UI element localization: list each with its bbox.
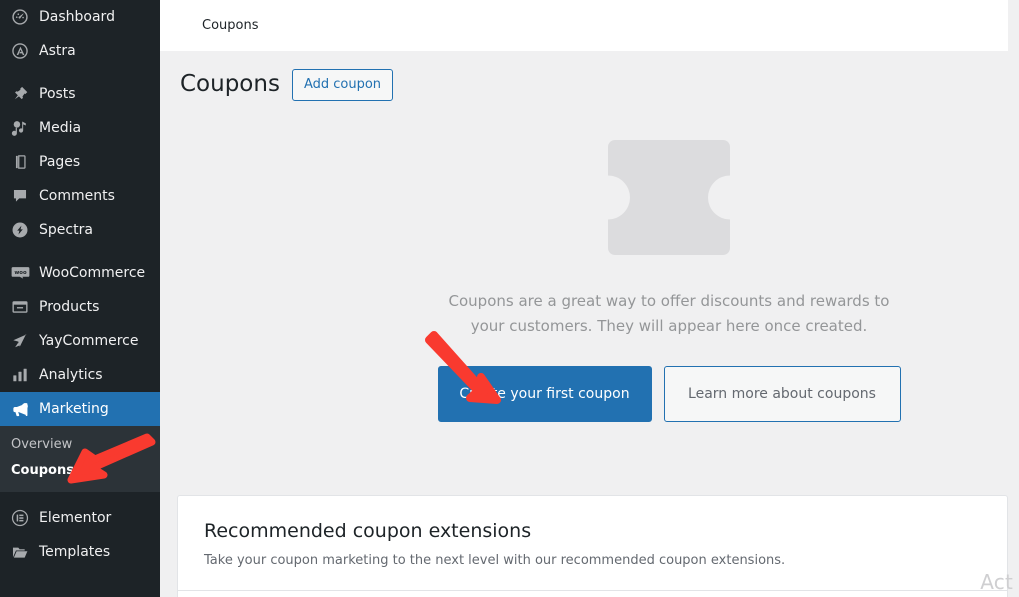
sidebar-item-templates[interactable]: Templates <box>0 535 160 569</box>
sidebar-item-marketing[interactable]: Marketing <box>0 392 160 426</box>
sidebar-item-label: Products <box>39 299 100 315</box>
dashboard-icon <box>9 7 31 27</box>
empty-state-actions: Create your first coupon Learn more abou… <box>437 366 901 422</box>
sidebar-item-label: Templates <box>39 544 111 560</box>
sidebar-subitem-overview[interactable]: Overview <box>0 432 160 458</box>
sidebar-subitem-coupons[interactable]: Coupons <box>0 458 160 484</box>
sidebar-submenu-marketing: Overview Coupons <box>0 426 160 492</box>
page-title: Coupons <box>180 70 280 97</box>
comments-icon <box>9 186 31 206</box>
megaphone-icon <box>9 399 31 419</box>
sidebar-item-analytics[interactable]: Analytics <box>0 358 160 392</box>
analytics-icon <box>9 365 31 385</box>
sidebar-item-label: Comments <box>39 188 115 204</box>
sidebar-item-woocommerce[interactable]: woo WooCommerce <box>0 256 160 290</box>
sidebar-separator <box>0 68 160 77</box>
empty-state-message: Coupons are a great way to offer discoun… <box>448 292 890 335</box>
recommended-extensions-card: Recommended coupon extensions Take your … <box>177 495 1008 597</box>
templates-icon <box>9 542 31 562</box>
products-icon <box>9 297 31 317</box>
astra-icon <box>9 41 31 61</box>
page-header: Coupons Add coupon <box>160 51 1019 101</box>
sidebar-item-label: WooCommerce <box>39 265 146 281</box>
create-first-coupon-button[interactable]: Create your first coupon <box>437 366 652 422</box>
elementor-icon <box>9 508 31 528</box>
sidebar-item-label: Pages <box>39 154 81 170</box>
pages-icon <box>9 152 31 172</box>
admin-main-content: Coupons Coupons Add coupon Coupons are a… <box>160 0 1019 597</box>
breadcrumb: Coupons <box>202 18 259 33</box>
media-icon <box>9 118 31 138</box>
sidebar-item-label: Elementor <box>39 510 112 526</box>
sidebar-item-label: Analytics <box>39 367 103 383</box>
sidebar-item-media[interactable]: Media <box>0 111 160 145</box>
spectra-icon <box>9 220 31 240</box>
sidebar-item-label: Spectra <box>39 222 93 238</box>
sidebar-item-comments[interactable]: Comments <box>0 179 160 213</box>
admin-sidebar: Dashboard Astra Posts Media Pages Commen… <box>0 0 160 597</box>
sidebar-separator <box>0 492 160 501</box>
sidebar-item-label: Marketing <box>39 401 109 417</box>
sidebar-item-yaycommerce[interactable]: YayCommerce <box>0 324 160 358</box>
recommended-title: Recommended coupon extensions <box>204 520 532 542</box>
coupon-ticket-icon <box>608 140 730 259</box>
pin-icon <box>9 84 31 104</box>
sidebar-item-label: YayCommerce <box>39 333 139 349</box>
yaycommerce-icon <box>9 331 31 351</box>
sidebar-item-elementor[interactable]: Elementor <box>0 501 160 535</box>
recommended-subtitle: Take your coupon marketing to the next l… <box>204 552 786 568</box>
sidebar-item-label: Media <box>39 120 82 136</box>
learn-more-about-coupons-button[interactable]: Learn more about coupons <box>663 366 901 422</box>
add-coupon-button[interactable]: Add coupon <box>291 69 394 101</box>
sidebar-item-label: Astra <box>39 43 76 59</box>
wordpress-admin-screen: Dashboard Astra Posts Media Pages Commen… <box>0 0 1019 597</box>
sidebar-item-posts[interactable]: Posts <box>0 77 160 111</box>
sidebar-item-astra[interactable]: Astra <box>0 34 160 68</box>
woocommerce-icon: woo <box>9 263 31 283</box>
recommended-card-body: Recommended coupon extensions Take your … <box>178 496 1007 592</box>
recommended-card-footer <box>178 591 1007 597</box>
sidebar-item-spectra[interactable]: Spectra <box>0 213 160 247</box>
sidebar-item-label: Dashboard <box>39 9 115 25</box>
coupons-empty-state: Coupons are a great way to offer discoun… <box>330 140 1008 422</box>
sidebar-item-products[interactable]: Products <box>0 290 160 324</box>
woocommerce-topbar: Coupons <box>160 0 1008 51</box>
sidebar-item-dashboard[interactable]: Dashboard <box>0 0 160 34</box>
svg-text:woo: woo <box>14 270 27 276</box>
sidebar-item-label: Posts <box>39 86 76 102</box>
sidebar-separator <box>0 247 160 256</box>
sidebar-item-pages[interactable]: Pages <box>0 145 160 179</box>
